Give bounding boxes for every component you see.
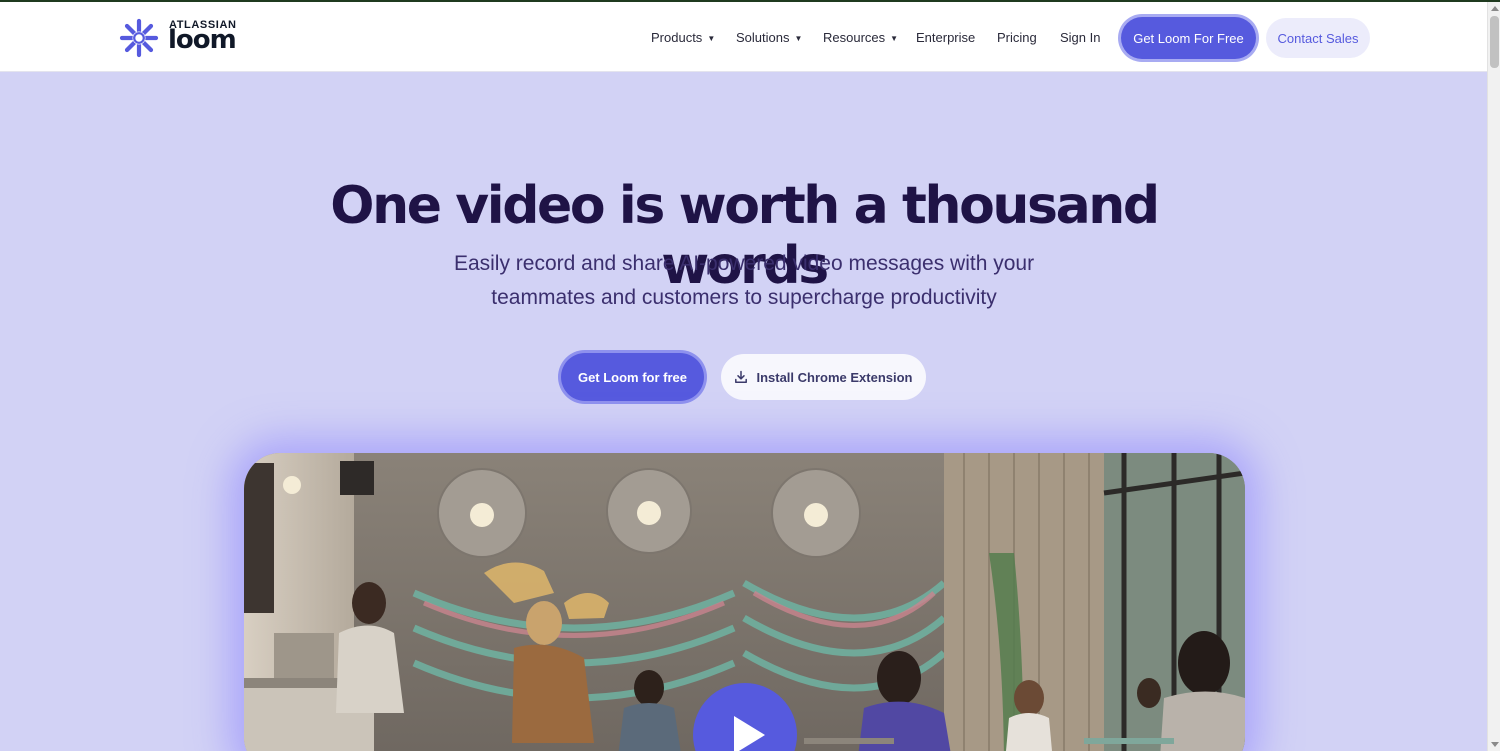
- nav-pricing-label: Pricing: [997, 30, 1037, 45]
- nav-products-label: Products: [651, 30, 703, 45]
- hero-subtitle-line-2: teammates and customers to supercharge p…: [491, 286, 997, 309]
- install-chrome-extension-label: Install Chrome Extension: [756, 369, 913, 385]
- page-scrollbar[interactable]: [1487, 2, 1500, 751]
- loom-logo[interactable]: ATLASSIAN loom: [119, 16, 249, 60]
- nav-products[interactable]: Products ▼: [651, 30, 715, 45]
- loom-starburst-icon: [119, 18, 159, 58]
- get-loom-free-nav-button[interactable]: Get Loom For Free: [1121, 17, 1256, 59]
- nav-enterprise[interactable]: Enterprise: [916, 30, 975, 45]
- nav-solutions-label: Solutions: [736, 30, 790, 45]
- chevron-down-icon: ▼: [707, 34, 716, 43]
- chevron-down-icon: ▼: [890, 34, 899, 43]
- nav-pricing[interactable]: Pricing: [997, 30, 1037, 45]
- scroll-up-arrow-icon[interactable]: [1491, 6, 1499, 11]
- install-chrome-extension-button[interactable]: Install Chrome Extension: [721, 354, 926, 400]
- contact-sales-button[interactable]: Contact Sales: [1266, 18, 1370, 58]
- download-icon: [735, 370, 748, 383]
- nav-enterprise-label: Enterprise: [916, 30, 976, 45]
- nav-sign-in[interactable]: Sign In: [1060, 30, 1100, 45]
- scroll-thumb[interactable]: [1490, 16, 1499, 68]
- nav-resources[interactable]: Resources ▼: [823, 30, 898, 45]
- nav-sign-in-label: Sign In: [1060, 30, 1101, 45]
- get-loom-free-button[interactable]: Get Loom for free: [561, 353, 704, 401]
- scroll-down-arrow-icon[interactable]: [1491, 742, 1499, 747]
- hero-subtitle-line-1: Easily record and share AI-powered video…: [453, 252, 1035, 275]
- chevron-down-icon: ▼: [794, 34, 803, 43]
- hero-subtitle: Easily record and share AI-powered video…: [394, 247, 1094, 315]
- play-icon: [734, 716, 765, 751]
- nav-solutions[interactable]: Solutions ▼: [736, 30, 802, 45]
- site-navbar: ATLASSIAN loom Products ▼ Solutions ▼ Re…: [0, 2, 1487, 72]
- loom-wordmark: loom: [168, 25, 237, 55]
- nav-resources-label: Resources: [823, 30, 886, 45]
